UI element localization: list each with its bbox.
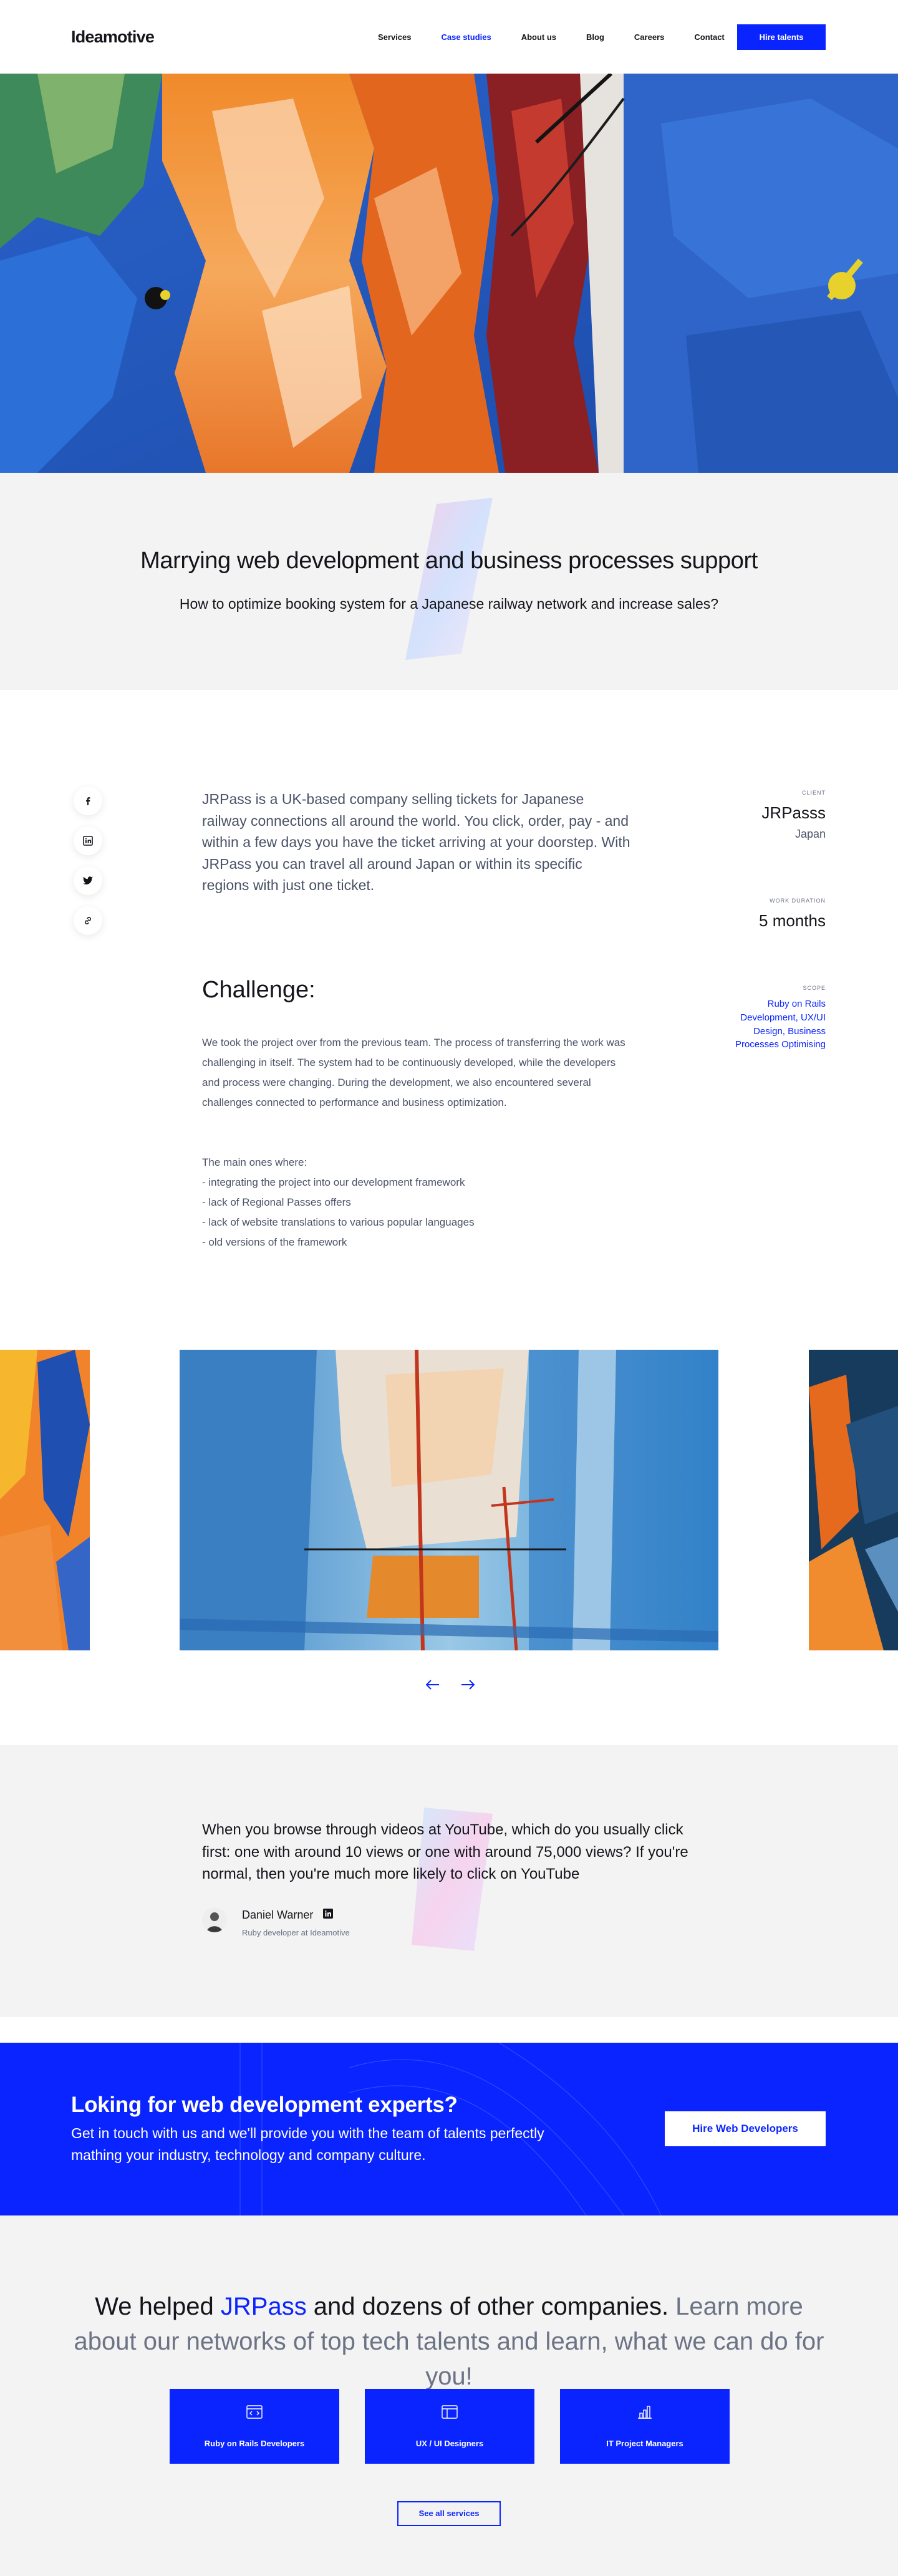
main-nav: Services Case studies About us Blog Care… [378, 32, 755, 42]
see-all-services-button[interactable]: See all services [397, 2501, 501, 2526]
intro-band: Marrying web development and business pr… [0, 473, 898, 690]
duration-label: WORK DURATION [770, 898, 826, 904]
gallery-image-prev[interactable] [0, 1350, 90, 1650]
challenge-list: The main ones where: - integrating the p… [202, 1153, 632, 1252]
duration-info: WORK DURATION 5 months [759, 898, 826, 931]
client-label: CLIENT [801, 790, 826, 796]
duration-value: 5 months [759, 911, 826, 930]
gallery-image-current[interactable] [180, 1350, 718, 1650]
hire-talents-button[interactable]: Hire talents [737, 24, 826, 50]
copy-link-button[interactable] [74, 906, 102, 935]
linkedin-icon [323, 1909, 333, 1919]
client-info: CLIENT JRPasss Japan [761, 790, 826, 841]
image-gallery [0, 1350, 898, 1650]
testimonial-author: Daniel Warner [242, 1909, 314, 1921]
author-linkedin-link[interactable] [323, 1909, 333, 1922]
twitter-icon [83, 876, 93, 885]
challenge-heading: Challenge: [202, 977, 316, 1003]
layout-icon [442, 2405, 458, 2419]
share-buttons [74, 787, 102, 946]
bar-chart-icon [638, 2406, 652, 2419]
gallery-controls [423, 1675, 493, 1694]
service-card-ruby[interactable]: Ruby on Rails Developers [170, 2389, 339, 2464]
nav-services[interactable]: Services [378, 32, 412, 42]
arrow-left-icon [426, 1680, 439, 1690]
nav-blog[interactable]: Blog [586, 32, 604, 42]
nav-careers[interactable]: Careers [634, 32, 664, 42]
list-intro: The main ones where: [202, 1156, 307, 1168]
helped-text-b: and dozens of other companies. [306, 2293, 676, 2320]
case-subtitle: How to optimize booking system for a Jap… [179, 596, 719, 612]
service-card-label: Ruby on Rails Developers [204, 2439, 305, 2448]
service-card-pm[interactable]: IT Project Managers [560, 2389, 730, 2464]
code-window-icon [246, 2405, 263, 2419]
logo[interactable]: Ideamotive [71, 27, 155, 47]
twitter-share-button[interactable] [74, 866, 102, 895]
linkedin-share-button[interactable] [74, 826, 102, 855]
service-card-uxui[interactable]: UX / UI Designers [365, 2389, 534, 2464]
decorative-gradient-shape [405, 498, 493, 660]
arrow-right-icon [461, 1680, 475, 1690]
helped-brand: JRPass [220, 2293, 307, 2320]
hero-image [0, 74, 898, 473]
case-title: Marrying web development and business pr… [140, 548, 758, 574]
testimonial-quote: When you browse through videos at YouTub… [202, 1821, 688, 1883]
gallery-prev-button[interactable] [423, 1675, 442, 1694]
helped-text-a: We helped [95, 2293, 221, 2320]
scope-info: SCOPE Ruby on Rails Development, UX/UI D… [713, 985, 826, 1052]
helped-heading: We helped JRPass and dozens of other com… [62, 2289, 836, 2394]
page: Ideamotive Services Case studies About u… [0, 0, 898, 2576]
cta-text: Get in touch with us and we'll provide y… [71, 2125, 544, 2163]
services-section: We helped JRPass and dozens of other com… [0, 2215, 898, 2576]
client-country: Japan [794, 828, 826, 840]
gallery-image-next[interactable] [809, 1350, 898, 1650]
list-item: - lack of Regional Passes offers [202, 1196, 351, 1208]
scope-label: SCOPE [803, 985, 826, 991]
list-item: - old versions of the framework [202, 1236, 347, 1248]
link-icon [85, 917, 91, 924]
hire-web-developers-button[interactable]: Hire Web Developers [665, 2111, 826, 2146]
challenge-body: We took the project over from the previo… [202, 1037, 625, 1108]
testimonial-band: When you browse through videos at YouTub… [0, 1745, 898, 2017]
cta-band: Loking for web development experts? Get … [0, 2043, 898, 2215]
lead-paragraph: JRPass is a UK-based company selling tic… [202, 791, 630, 893]
avatar [202, 1907, 227, 1932]
client-name: JRPasss [761, 803, 826, 822]
cta-heading: Loking for web development experts? [71, 2093, 458, 2117]
service-card-label: IT Project Managers [606, 2439, 683, 2448]
testimonial-author-role: Ruby developer at Ideamotive [242, 1928, 350, 1937]
scope-value: Ruby on Rails Development, UX/UI Design,… [735, 999, 826, 1050]
nav-about-us[interactable]: About us [521, 32, 556, 42]
list-item: - integrating the project into our devel… [202, 1176, 465, 1188]
service-cards: Ruby on Rails Developers UX / UI Designe… [170, 2389, 755, 2464]
linkedin-icon [83, 836, 93, 846]
nav-case-studies[interactable]: Case studies [442, 32, 491, 42]
facebook-icon [86, 797, 90, 805]
facebook-share-button[interactable] [74, 787, 102, 815]
service-card-label: UX / UI Designers [415, 2439, 484, 2448]
gallery-next-button[interactable] [458, 1675, 477, 1694]
list-item: - lack of website translations to variou… [202, 1216, 475, 1228]
nav-contact[interactable]: Contact [694, 32, 724, 42]
site-header: Ideamotive Services Case studies About u… [0, 0, 898, 74]
